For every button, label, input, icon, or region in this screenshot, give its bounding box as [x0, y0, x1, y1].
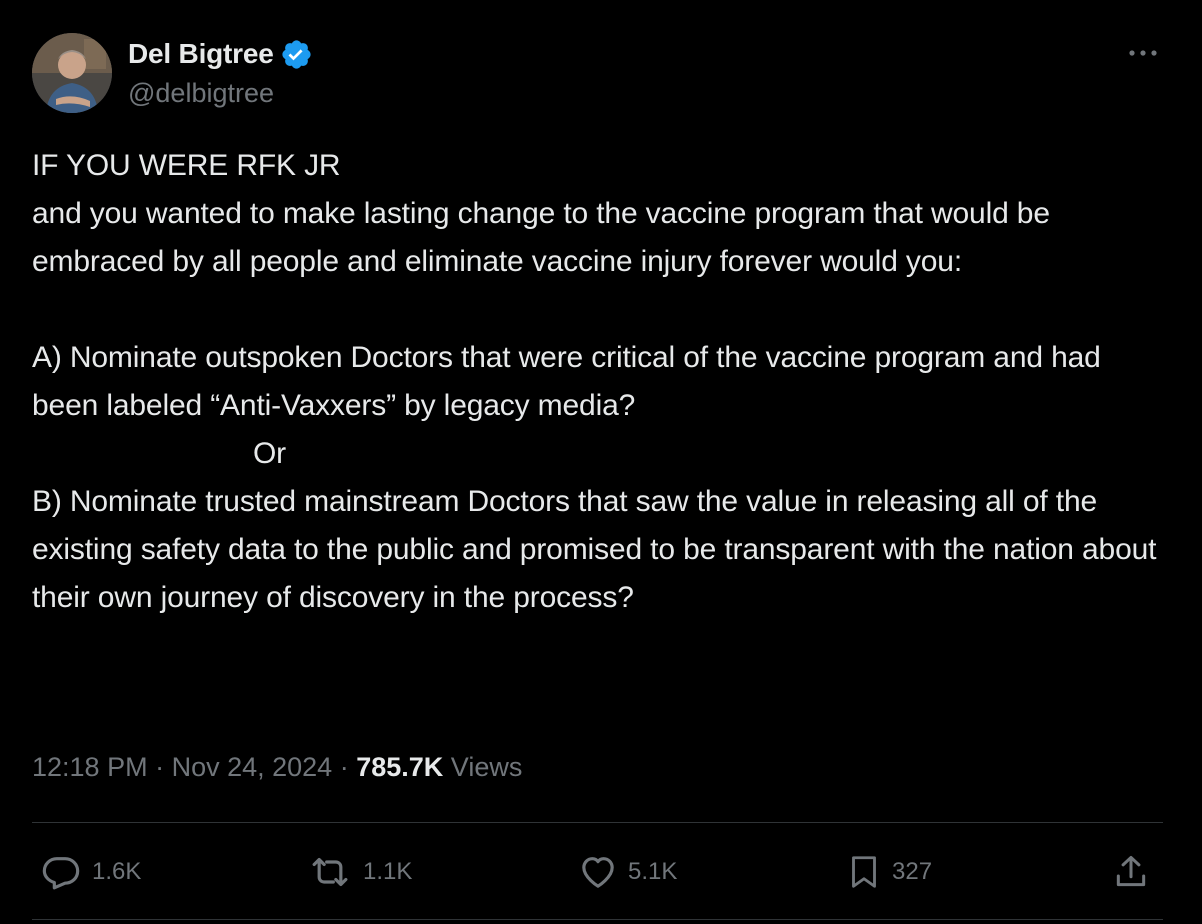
bookmark-button[interactable]: 327 [846, 850, 932, 894]
repost-icon [312, 857, 348, 887]
views-spacer [443, 752, 451, 783]
reply-icon [42, 857, 80, 890]
more-options-button[interactable] [1126, 38, 1160, 68]
tweet-text: IF YOU WERE RFK JR and you wanted to mak… [32, 149, 1157, 614]
verified-badge-icon [280, 38, 313, 71]
bookmark-icon [852, 856, 876, 888]
avatar[interactable] [32, 33, 112, 113]
tweet: Del Bigtree @delbigtree IF YOU WERE RFK … [0, 0, 1202, 924]
views-label: Views [450, 752, 523, 782]
more-horizontal-icon [1129, 50, 1157, 56]
tweet-meta: 12:18 PM · Nov 24, 2024 · 785.7K Views [32, 752, 522, 783]
share-icon [1116, 855, 1146, 887]
meta-separator: · [332, 752, 357, 782]
share-button[interactable] [1112, 850, 1150, 894]
like-button[interactable]: 5.1K [578, 850, 677, 894]
author-handle[interactable]: @delbigtree [128, 78, 274, 109]
reply-button[interactable]: 1.6K [40, 850, 141, 894]
divider [32, 822, 1163, 823]
tweet-date[interactable]: Nov 24, 2024 [172, 752, 333, 783]
like-count: 5.1K [628, 858, 678, 885]
meta-separator: · [147, 752, 172, 782]
repost-button[interactable]: 1.1K [307, 850, 412, 894]
heart-icon [582, 857, 614, 888]
author-name[interactable]: Del Bigtree [128, 38, 274, 70]
views-count: 785.7K [356, 752, 444, 782]
tweet-time[interactable]: 12:18 PM [32, 752, 148, 783]
repost-count: 1.1K [363, 858, 413, 885]
bookmark-count: 327 [892, 858, 933, 885]
divider [32, 919, 1163, 920]
avatar-photo [32, 33, 112, 113]
author-name-row: Del Bigtree [128, 36, 313, 72]
reply-count: 1.6K [92, 858, 142, 885]
